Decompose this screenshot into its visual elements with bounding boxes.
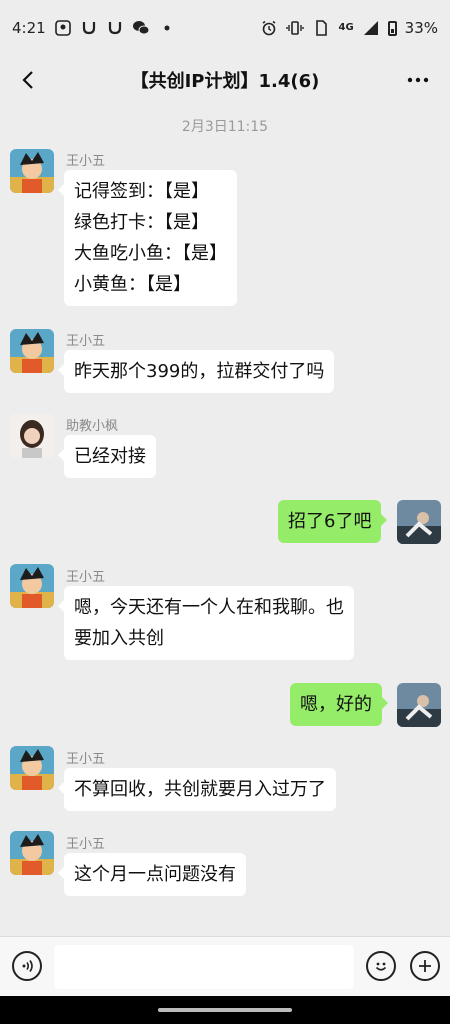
notification-app-icon	[80, 19, 98, 37]
plus-icon	[419, 960, 431, 972]
notification-app-icon	[106, 19, 124, 37]
message-bubble[interactable]: 不算回收，共创就要月入过万了	[58, 768, 336, 811]
message-timestamp: 2月3日11:15	[181, 119, 269, 135]
voice-button[interactable]	[12, 951, 42, 981]
message-text: 绿色打卡：【是】	[74, 212, 209, 233]
avatar[interactable]	[10, 746, 54, 790]
emoji-button[interactable]	[366, 951, 396, 981]
more-button[interactable]	[400, 64, 436, 96]
message-bubble[interactable]: 嗯，今天还有一个人在和我聊。也 要加入共创	[58, 586, 354, 660]
message-text: 昨天那个399的，拉群交付了吗	[74, 361, 325, 382]
sender-name: 王小五	[66, 837, 106, 852]
message-input[interactable]	[54, 945, 354, 989]
emoji-icon	[375, 962, 387, 971]
wechat-icon	[132, 19, 150, 37]
message-bubble[interactable]: 嗯，好的	[290, 683, 388, 726]
avatar[interactable]	[10, 149, 54, 193]
vibrate-icon	[286, 19, 305, 37]
avatar[interactable]	[10, 831, 54, 875]
message-text: 小黄鱼：【是】	[74, 274, 191, 295]
sender-name: 王小五	[66, 570, 106, 585]
voice-icon	[22, 960, 33, 972]
message-text: 嗯，好的	[300, 694, 372, 715]
message-bubble[interactable]: 招了6了吧	[278, 500, 388, 543]
dot-icon	[158, 19, 176, 37]
alarm-icon	[260, 19, 278, 37]
message-bubble[interactable]: 已经对接	[58, 435, 156, 478]
message-text: 招了6了吧	[288, 511, 372, 532]
avatar[interactable]	[397, 500, 441, 544]
avatar[interactable]	[10, 414, 54, 458]
more-functions-button[interactable]	[410, 951, 440, 981]
chat-area[interactable]: 2月3日11:15 王小五 记得签到：【是】 绿色打卡：【是】 大鱼吃小鱼：【是…	[0, 104, 450, 936]
signal-icon	[362, 19, 380, 37]
message-bubble[interactable]: 记得签到：【是】 绿色打卡：【是】 大鱼吃小鱼：【是】 小黄鱼：【是】	[58, 170, 237, 306]
chat-title: 【共创IP计划】1.4(6)	[130, 71, 320, 92]
more-icon	[407, 77, 429, 83]
message-text: 已经对接	[74, 446, 146, 467]
back-arrow-icon	[22, 71, 33, 89]
sender-name: 王小五	[66, 334, 106, 349]
avatar[interactable]	[397, 683, 441, 727]
system-nav-bar	[0, 996, 450, 1024]
home-indicator[interactable]	[158, 1008, 292, 1012]
message-bubble[interactable]: 昨天那个399的，拉群交付了吗	[57, 350, 335, 393]
notification-app-icon	[54, 19, 72, 37]
message-bubble[interactable]: 这个月一点问题没有	[58, 853, 246, 896]
avatar[interactable]	[10, 329, 54, 373]
message-text: 嗯，今天还有一个人在和我聊。也	[74, 597, 344, 618]
battery-icon	[387, 20, 397, 36]
input-bar	[0, 936, 450, 996]
status-left: 4:21	[12, 19, 176, 37]
back-button[interactable]	[14, 64, 42, 96]
chat-header: 【共创IP计划】1.4(6)	[0, 56, 450, 104]
network-type: 4G	[338, 22, 354, 33]
sim-icon	[312, 19, 330, 37]
message-text: 这个月一点问题没有	[74, 864, 236, 885]
message-text: 要加入共创	[74, 628, 164, 649]
avatar[interactable]	[10, 564, 54, 608]
message-text: 记得签到：【是】	[74, 181, 209, 202]
status-bar: 4:21 4G 33%	[0, 0, 450, 56]
message-text: 不算回收，共创就要月入过万了	[74, 779, 326, 800]
sender-name: 王小五	[66, 154, 106, 169]
sender-name: 王小五	[66, 752, 106, 767]
status-time: 4:21	[12, 19, 46, 37]
message-text: 大鱼吃小鱼：【是】	[74, 243, 227, 264]
battery-level: 33%	[404, 19, 438, 37]
sender-name: 助教小枫	[66, 419, 119, 434]
status-right: 4G 33%	[260, 19, 438, 37]
